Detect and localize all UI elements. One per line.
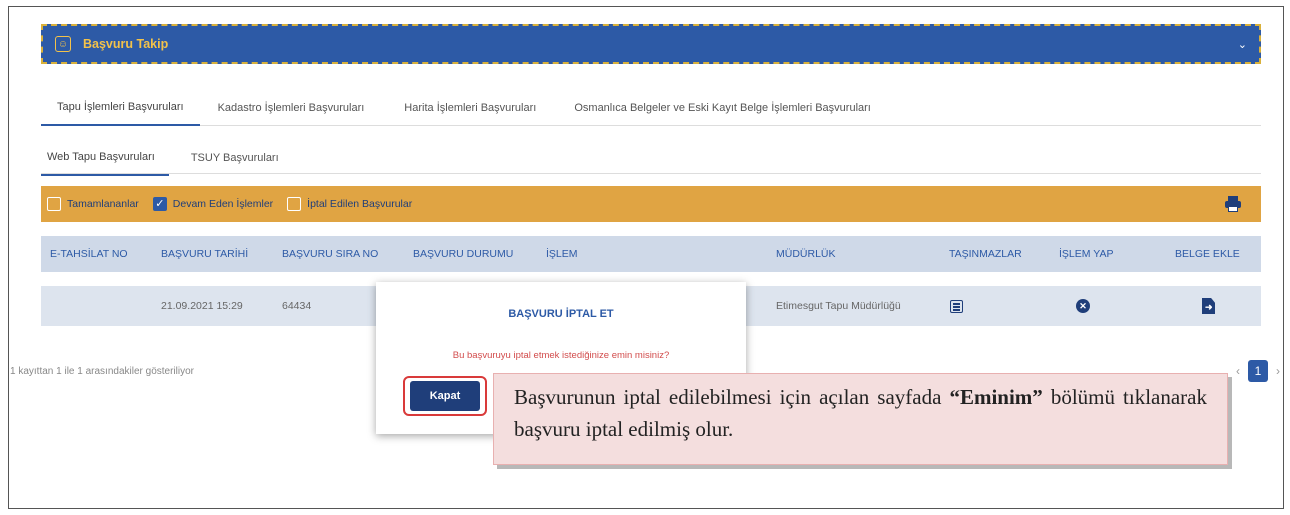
filter-devam-eden[interactable]: ✓ Devam Eden İşlemler	[152, 197, 274, 211]
cell-sira-no: 64434	[282, 300, 312, 312]
sub-tabs: Web Tapu Başvuruları TSUY Başvuruları	[41, 140, 1261, 176]
checkbox-icon[interactable]	[287, 197, 302, 211]
cell-mudurluk: Etimesgut Tapu Müdürlüğü	[776, 300, 901, 312]
printer-icon[interactable]	[1225, 196, 1241, 212]
column-header[interactable]: MÜDÜRLÜK	[776, 248, 836, 260]
filter-tamamlananlar[interactable]: Tamamlananlar	[47, 197, 139, 211]
list-icon[interactable]	[950, 300, 963, 313]
column-header[interactable]: İŞLEM	[546, 248, 578, 260]
close-button[interactable]: Kapat	[410, 381, 480, 411]
smile-icon: ☺	[55, 36, 71, 52]
chevron-down-icon[interactable]: ⌄	[1238, 38, 1247, 51]
tab-web-tapu[interactable]: Web Tapu Başvuruları	[41, 140, 169, 176]
callout-text: Başvurunun iptal edilebilmesi için açıla…	[514, 385, 950, 409]
page: ☺ Başvuru Takip ⌄ Tapu İşlemleri Başvuru…	[0, 0, 1290, 515]
filter-label: İptal Edilen Başvurular	[307, 198, 413, 210]
pagination: ‹ 1 ›	[1228, 360, 1288, 382]
callout-emphasis: “Eminim”	[949, 385, 1043, 409]
column-header[interactable]: İŞLEM YAP	[1059, 248, 1113, 260]
checkbox-icon[interactable]	[47, 197, 61, 211]
filter-iptal-edilen[interactable]: İptal Edilen Başvurular	[287, 197, 412, 211]
tab-harita[interactable]: Harita İşlemleri Başvuruları	[404, 90, 536, 126]
tab-kadastro[interactable]: Kadastro İşlemleri Başvuruları	[218, 90, 365, 126]
upload-file-icon[interactable]: ➜	[1202, 298, 1215, 314]
main-tabs: Tapu İşlemleri Başvuruları Kadastro İşle…	[41, 90, 1261, 126]
prev-page-button[interactable]: ‹	[1228, 360, 1248, 382]
instruction-callout: Başvurunun iptal edilebilmesi için açıla…	[493, 373, 1228, 465]
column-header[interactable]: TAŞINMAZLAR	[949, 248, 1022, 260]
column-header[interactable]: BAŞVURU TARİHİ	[161, 248, 248, 260]
tab-tsuy[interactable]: TSUY Başvuruları	[191, 140, 279, 176]
checkbox-checked-icon[interactable]: ✓	[152, 197, 167, 211]
column-header[interactable]: BELGE EKLE	[1175, 248, 1240, 260]
filter-label: Devam Eden İşlemler	[172, 198, 274, 210]
column-header[interactable]: BAŞVURU SIRA NO	[282, 248, 378, 260]
panel-header[interactable]: ☺ Başvuru Takip ⌄	[41, 24, 1261, 64]
next-page-button[interactable]: ›	[1268, 360, 1288, 382]
tab-tapu[interactable]: Tapu İşlemleri Başvuruları	[41, 90, 200, 126]
table-header: E-TAHSİLAT NO BAŞVURU TARİHİ BAŞVURU SIR…	[41, 236, 1261, 272]
page-button[interactable]: 1	[1248, 360, 1268, 382]
dialog-message: Bu başvuruyu iptal etmek istediğinize em…	[452, 350, 670, 361]
filter-label: Tamamlananlar	[67, 198, 139, 210]
cell-tarih: 21.09.2021 15:29	[161, 300, 243, 312]
panel-title: Başvuru Takip	[83, 37, 169, 51]
dialog-title: BAŞVURU İPTAL ET	[508, 308, 614, 320]
column-header[interactable]: E-TAHSİLAT NO	[50, 248, 128, 260]
filter-bar: Tamamlananlar ✓ Devam Eden İşlemler İpta…	[41, 186, 1261, 222]
pager-info: 1 kayıttan 1 ile 1 arasındakiler gösteri…	[10, 366, 194, 377]
column-header[interactable]: BAŞVURU DURUMU	[413, 248, 513, 260]
tab-osmanlica[interactable]: Osmanlıca Belgeler ve Eski Kayıt Belge İ…	[574, 90, 871, 126]
cancel-circle-icon[interactable]: ✕	[1076, 299, 1090, 313]
